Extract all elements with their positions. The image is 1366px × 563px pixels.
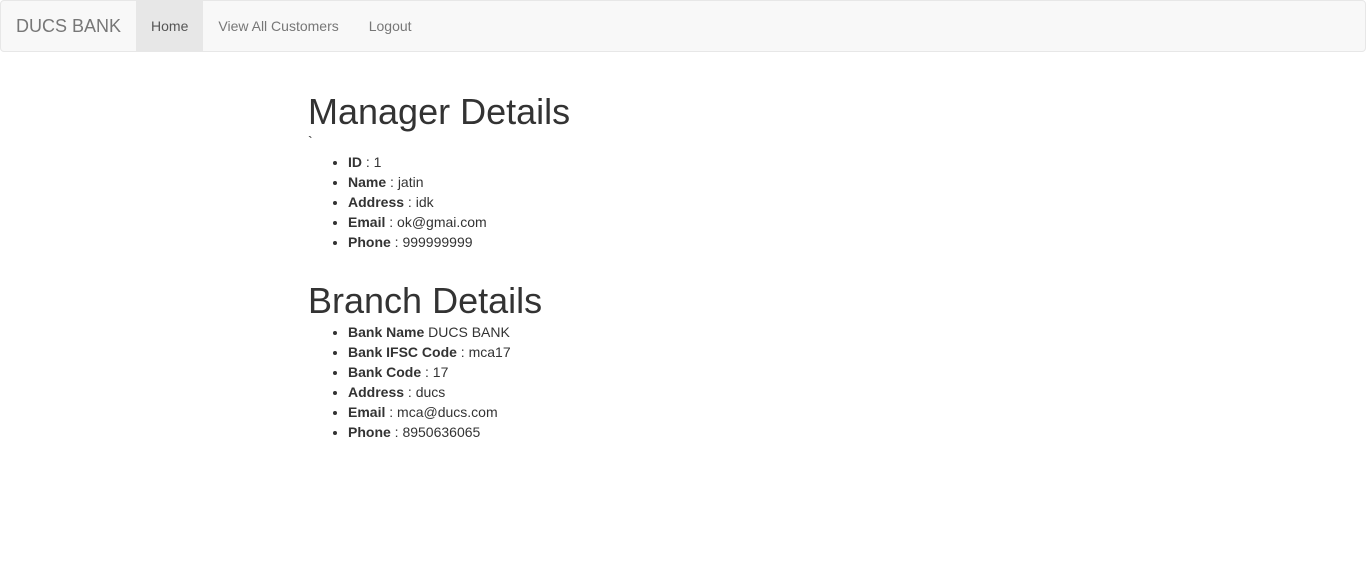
manager-address-item: Address : idk <box>348 192 1068 212</box>
manager-details-heading: Manager Details <box>308 91 571 132</box>
manager-name-item: Name : jatin <box>348 172 1068 192</box>
field-label: Address <box>348 384 405 400</box>
field-label: Bank IFSC Code <box>348 344 457 360</box>
manager-details-list: ID : 1 Name : jatin Address : idk Email … <box>308 152 1068 252</box>
field-label: Email <box>348 214 386 230</box>
top-navbar: DUCS BANK Home View All Customers Logout <box>0 0 1366 52</box>
manager-email-item: Email : ok@gmai.com <box>348 212 1068 232</box>
stray-character: ` <box>308 133 313 149</box>
manager-phone-item: Phone : 999999999 <box>348 232 1068 252</box>
field-separator: : <box>390 424 403 440</box>
branch-email-item: Email : mca@ducs.com <box>348 402 1068 422</box>
branch-bank-code-item: Bank Code : 17 <box>348 362 1068 382</box>
brand-link[interactable]: DUCS BANK <box>1 1 136 51</box>
field-separator: : <box>421 364 433 380</box>
field-label: Address <box>348 194 405 210</box>
field-value: 8950636065 <box>402 424 481 440</box>
field-label: ID <box>348 154 362 170</box>
branch-details-list: Bank Name DUCS BANK Bank IFSC Code : mca… <box>308 322 1068 442</box>
field-value: mca@ducs.com <box>397 404 498 420</box>
field-label: Bank Name <box>348 324 425 340</box>
main-content: Manager Details ` ID : 1 Name : jatin Ad… <box>308 52 1068 442</box>
nav-home[interactable]: Home <box>136 1 204 51</box>
field-separator: : <box>362 154 374 170</box>
field-separator: : <box>385 404 398 420</box>
field-value: ok@gmai.com <box>397 214 487 230</box>
field-label: Bank Code <box>348 364 422 380</box>
field-value: mca17 <box>468 344 511 360</box>
field-separator: : <box>404 384 416 400</box>
field-value: ducs <box>415 384 446 400</box>
branch-phone-item: Phone : 8950636065 <box>348 422 1068 442</box>
field-value: 17 <box>432 364 449 380</box>
field-label: Phone <box>348 234 391 250</box>
branch-address-item: Address : ducs <box>348 382 1068 402</box>
field-label: Phone <box>348 424 391 440</box>
field-label: Email <box>348 404 386 420</box>
branch-details-heading: Branch Details <box>308 280 543 321</box>
field-value: jatin <box>397 174 424 190</box>
nav-view-all-customers[interactable]: View All Customers <box>203 1 353 51</box>
field-separator: : <box>404 194 416 210</box>
field-separator: : <box>390 234 403 250</box>
field-value: 1 <box>373 154 382 170</box>
branch-bank-name-item: Bank Name DUCS BANK <box>348 322 1068 342</box>
field-separator: : <box>385 214 398 230</box>
field-value: DUCS BANK <box>428 324 510 340</box>
manager-id-item: ID : 1 <box>348 152 1068 172</box>
branch-ifsc-item: Bank IFSC Code : mca17 <box>348 342 1068 362</box>
field-separator: : <box>386 174 398 190</box>
nav-logout[interactable]: Logout <box>354 1 427 51</box>
field-separator: : <box>456 344 469 360</box>
field-value: idk <box>415 194 434 210</box>
field-value: 999999999 <box>402 234 473 250</box>
field-label: Name <box>348 174 387 190</box>
